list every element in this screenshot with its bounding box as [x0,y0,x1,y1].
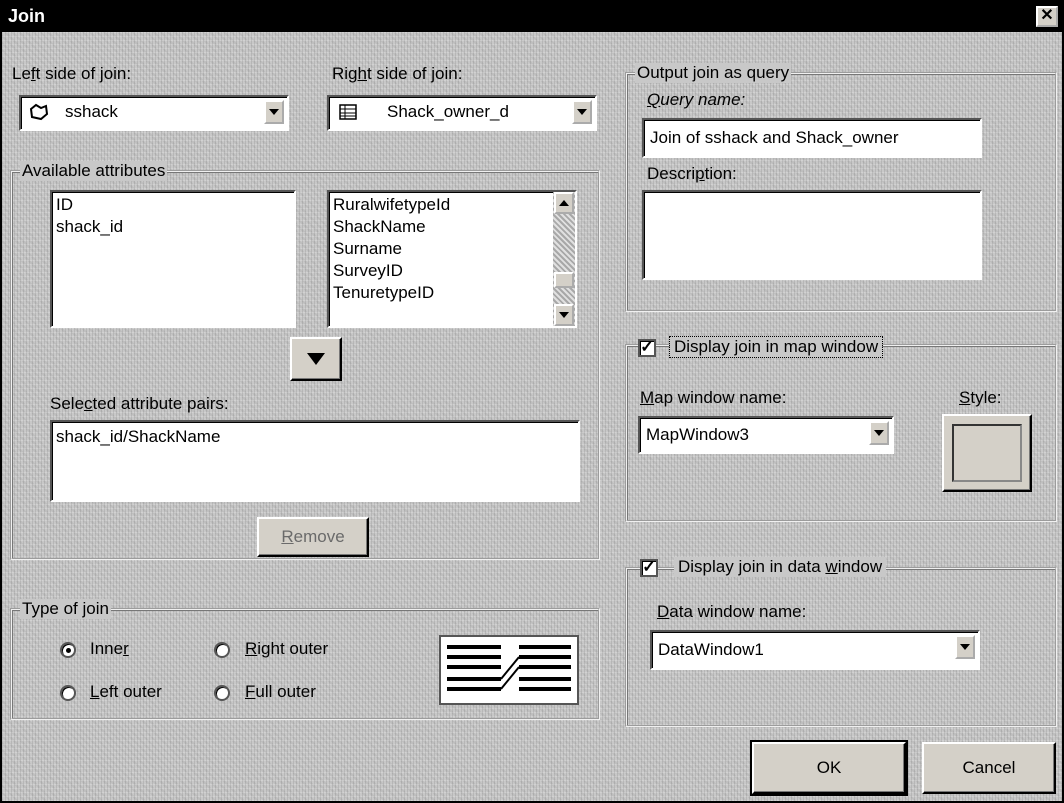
left-side-value: sshack [65,102,118,121]
remove-button-label: Remove [281,527,345,546]
right-outer-label: Right outer [245,639,329,658]
data-window-name-label: Data window name: [657,602,807,621]
scroll-thumb[interactable] [554,272,574,288]
right-attributes-list[interactable]: RuralwifetypeId ShackName Surname Survey… [327,190,577,328]
list-item[interactable]: ShackName [333,216,426,238]
remove-button[interactable]: Remove [257,517,369,557]
map-window-name-label: Map window name: [640,388,787,407]
display-map-window-label[interactable]: Display join in map window [668,336,884,358]
output-query-title: Output join as query [635,63,792,83]
description-input[interactable] [642,190,982,280]
table-icon [339,104,357,125]
right-side-combo[interactable]: Shack_owner_d [327,95,597,131]
check-icon: ✓ [642,559,656,576]
list-item[interactable]: SurveyID [333,260,403,282]
cancel-button[interactable]: Cancel [922,742,1056,794]
chevron-down-icon [577,109,587,115]
join-preview-image [439,635,579,705]
full-outer-label: Full outer [245,682,316,701]
style-button[interactable] [942,414,1032,492]
left-side-combo[interactable]: sshack [19,95,289,131]
join-dialog: Join ✕ Left side of join: sshack Right s… [0,0,1064,803]
scroll-down-button[interactable] [554,304,574,326]
query-name-label: Query name: [647,90,746,109]
chevron-up-icon [559,200,569,206]
map-window-dropdown-button[interactable] [869,421,889,445]
map-window-value: MapWindow3 [646,425,749,444]
arrow-down-icon [307,353,325,365]
left-outer-label: Left outer [90,682,162,701]
chevron-down-icon [960,644,970,650]
data-window-dropdown-button[interactable] [955,635,975,659]
map-window-combo[interactable]: MapWindow3 [638,416,894,454]
cancel-button-label: Cancel [962,758,1016,777]
style-preview [952,424,1022,482]
left-outer-radio[interactable] [60,685,76,701]
title-bar: Join ✕ [2,2,1062,32]
list-item[interactable]: TenuretypeID [333,282,434,304]
list-item[interactable]: shack_id [56,216,123,238]
right-side-dropdown-button[interactable] [572,100,592,124]
ok-button-label: OK [816,758,842,777]
display-map-window-checkbox[interactable]: ✓ [638,339,656,357]
description-label: Description: [647,164,737,183]
style-label: Style: [959,388,1002,407]
left-side-label: Left side of join: [12,64,132,83]
left-attributes-list[interactable]: ID shack_id [50,190,296,328]
close-button[interactable]: ✕ [1036,6,1058,27]
chevron-down-icon [269,109,279,115]
polygon-layer-icon [29,103,49,126]
list-item[interactable]: ID [56,194,73,216]
data-window-value: DataWindow1 [658,640,764,659]
right-outer-radio[interactable] [214,642,230,658]
query-name-input[interactable]: Join of sshack and Shack_owner [642,118,982,158]
type-of-join-title: Type of join [20,599,111,619]
window-title: Join [8,6,46,26]
chevron-down-icon [874,430,884,436]
list-item[interactable]: shack_id/ShackName [56,426,220,448]
query-name-value: Join of sshack and Shack_owner [650,128,899,147]
inner-radio[interactable] [60,642,76,658]
chevron-down-icon [559,312,569,318]
list-item[interactable]: Surname [333,238,402,260]
available-attributes-title: Available attributes [20,161,168,181]
list-item[interactable]: RuralwifetypeId [333,194,450,216]
scroll-up-button[interactable] [554,192,574,214]
left-side-dropdown-button[interactable] [264,100,284,124]
display-data-window-checkbox[interactable]: ✓ [640,559,658,577]
close-icon: ✕ [1040,7,1054,24]
attributes-scrollbar[interactable] [553,192,575,326]
selected-pairs-label: Selected attribute pairs: [50,394,229,413]
right-side-label: Right side of join: [332,64,463,83]
selected-pairs-list[interactable]: shack_id/ShackName [50,420,580,502]
inner-label: Inner [90,639,129,658]
check-icon: ✓ [640,339,654,356]
ok-button[interactable]: OK [750,740,908,796]
add-pair-button[interactable] [290,337,342,381]
data-window-combo[interactable]: DataWindow1 [650,630,980,670]
display-data-window-label[interactable]: Display join in data window [674,557,887,577]
right-side-value: Shack_owner_d [387,102,509,121]
full-outer-radio[interactable] [214,685,230,701]
